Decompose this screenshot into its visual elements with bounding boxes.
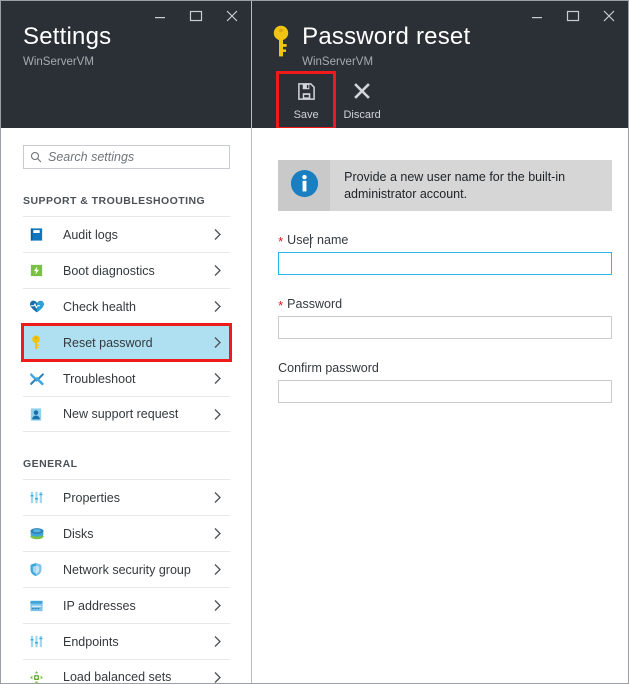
chevron-right-icon (211, 491, 224, 504)
search-settings-wrap (1, 128, 251, 169)
check-health-icon (29, 299, 55, 314)
nav-list-general: Properties Disks (1, 479, 251, 683)
search-icon (30, 151, 42, 163)
page-subtitle: WinServerVM (302, 54, 470, 70)
sidebar-item-audit-logs[interactable]: Audit logs (23, 216, 230, 252)
info-banner-text: Provide a new user name for the built-in… (330, 160, 612, 211)
info-icon-cell (278, 160, 330, 211)
nav-list-support: Audit logs Boot diagnostics (1, 216, 251, 432)
password-reset-title-block: Password reset WinServerVM (270, 23, 618, 70)
password-reset-header: Password reset WinServerVM (252, 1, 628, 128)
sidebar-item-check-health[interactable]: Check health (23, 288, 230, 324)
sidebar-item-label: IP addresses (63, 599, 211, 613)
sidebar-item-label: Properties (63, 491, 211, 505)
chevron-right-icon (211, 264, 224, 277)
info-icon (289, 168, 320, 204)
troubleshoot-icon (29, 371, 55, 387)
required-asterisk-icon: * (278, 299, 283, 312)
sidebar-item-new-support-request[interactable]: New support request (23, 396, 230, 432)
save-button-label: Save (294, 108, 319, 122)
command-bar: Save Discard (278, 73, 390, 128)
sidebar-item-label: New support request (63, 407, 211, 421)
settings-title-block: Settings WinServerVM (23, 23, 241, 70)
password-reset-body: Provide a new user name for the built-in… (252, 128, 628, 683)
confirm-password-label: Confirm password (278, 361, 379, 375)
sidebar-item-ip-addresses[interactable]: IP addresses (23, 587, 230, 623)
sidebar-item-reset-password[interactable]: Reset password (23, 324, 230, 360)
sidebar-item-boot-diagnostics[interactable]: Boot diagnostics (23, 252, 230, 288)
search-box[interactable] (23, 145, 230, 169)
chevron-right-icon (211, 372, 224, 385)
shield-icon (29, 562, 55, 577)
sidebar-item-troubleshoot[interactable]: Troubleshoot (23, 360, 230, 396)
sidebar-item-endpoints[interactable]: Endpoints (23, 623, 230, 659)
info-banner: Provide a new user name for the built-in… (278, 160, 612, 211)
settings-body: SUPPORT & TROUBLESHOOTING Audit logs Bo (1, 128, 251, 683)
chevron-right-icon (211, 635, 224, 648)
sidebar-item-label: Audit logs (63, 228, 211, 242)
sidebar-item-properties[interactable]: Properties (23, 479, 230, 515)
required-asterisk-icon: * (278, 235, 283, 248)
password-field-group: * Password (278, 297, 612, 339)
search-input[interactable] (48, 150, 223, 164)
ip-addresses-icon (29, 599, 55, 613)
load-balanced-sets-icon (29, 670, 55, 684)
page-title: Password reset (302, 23, 470, 51)
discard-button-label: Discard (343, 108, 380, 122)
save-icon (297, 79, 316, 103)
chevron-right-icon (211, 336, 224, 349)
sidebar-item-label: Disks (63, 527, 211, 541)
chevron-right-icon (211, 408, 224, 421)
section-header-support: SUPPORT & TROUBLESHOOTING (1, 169, 251, 216)
app-root: Settings WinServerVM SUPPORT & TROUBLESH… (0, 0, 629, 684)
sidebar-item-label: Endpoints (63, 635, 211, 649)
chevron-right-icon (211, 300, 224, 313)
audit-logs-icon (29, 227, 55, 242)
sidebar-item-label: Troubleshoot (63, 372, 211, 386)
sidebar-item-load-balanced-sets[interactable]: Load balanced sets (23, 659, 230, 683)
boot-diagnostics-icon (29, 263, 55, 278)
discard-button[interactable]: Discard (334, 73, 390, 128)
sidebar-item-disks[interactable]: Disks (23, 515, 230, 551)
confirm-password-field-group: Confirm password (278, 361, 612, 403)
password-reset-blade: Password reset WinServerVM (252, 1, 628, 683)
confirm-password-input[interactable] (278, 380, 612, 403)
section-header-general: GENERAL (1, 432, 251, 479)
disks-icon (29, 526, 55, 541)
page-title: Settings (23, 23, 111, 51)
sidebar-item-label: Boot diagnostics (63, 264, 211, 278)
chevron-right-icon (211, 228, 224, 241)
discard-icon (353, 79, 371, 103)
sidebar-item-label: Network security group (63, 563, 211, 577)
user-name-field-group: * User name (278, 233, 612, 275)
password-input[interactable] (278, 316, 612, 339)
user-name-label: User name (287, 233, 348, 247)
endpoints-icon (29, 634, 55, 649)
sidebar-item-label: Check health (63, 300, 211, 314)
page-subtitle: WinServerVM (23, 54, 111, 70)
password-reset-form: * User name * Password Confirm passwo (252, 233, 628, 403)
password-label-row: * Password (278, 297, 612, 311)
chevron-right-icon (211, 563, 224, 576)
key-icon (29, 335, 55, 350)
sidebar-item-network-security-group[interactable]: Network security group (23, 551, 230, 587)
chevron-right-icon (211, 527, 224, 540)
password-label: Password (287, 297, 342, 311)
user-name-label-row: * User name (278, 233, 612, 247)
user-name-input[interactable] (278, 252, 612, 275)
chevron-right-icon (211, 671, 224, 684)
support-request-icon (29, 407, 55, 422)
text-caret (310, 234, 311, 248)
sidebar-item-label: Load balanced sets (63, 670, 211, 683)
sidebar-item-label: Reset password (63, 336, 211, 350)
confirm-password-label-row: Confirm password (278, 361, 612, 375)
key-icon (270, 25, 292, 64)
settings-blade: Settings WinServerVM SUPPORT & TROUBLESH… (1, 1, 252, 683)
properties-icon (29, 490, 55, 505)
settings-header: Settings WinServerVM (1, 1, 251, 128)
chevron-right-icon (211, 599, 224, 612)
save-button[interactable]: Save (278, 73, 334, 128)
